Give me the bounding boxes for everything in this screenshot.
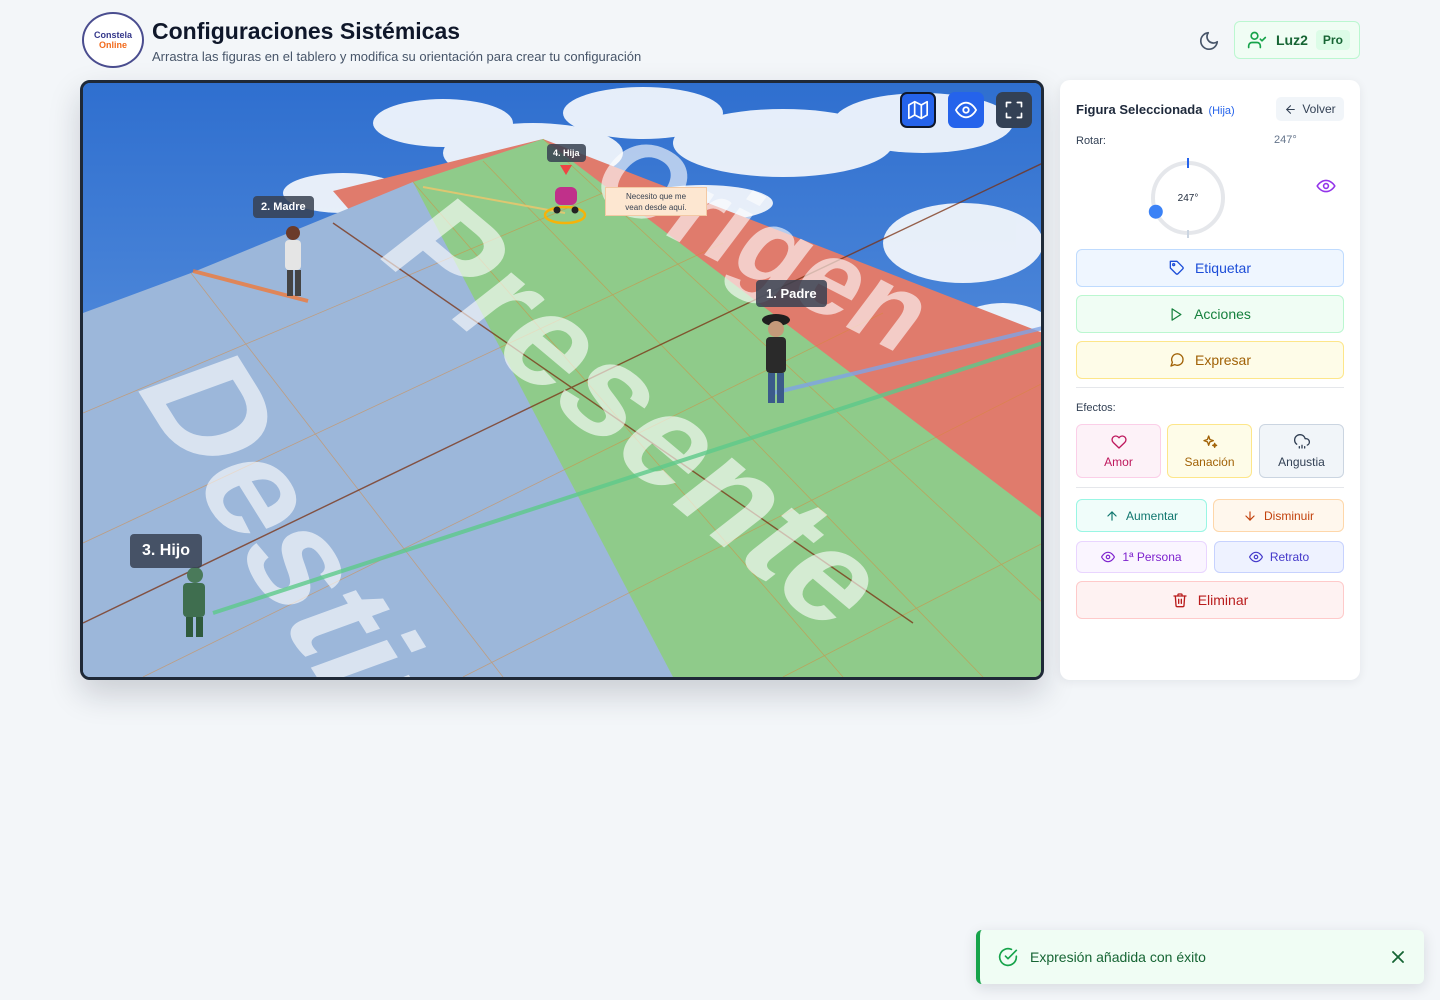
page-subtitle: Arrastra las figuras en el tablero y mod… (152, 49, 642, 64)
close-icon[interactable] (1388, 947, 1408, 967)
logo-text-bottom: Online (98, 40, 127, 50)
moon-icon[interactable] (1198, 30, 1220, 52)
tag-icon (1169, 260, 1184, 275)
page-header: Constela Online Configuraciones Sistémic… (82, 12, 1360, 70)
logo-text-top: Constela (93, 30, 132, 40)
play-icon (1171, 307, 1182, 321)
heart-icon (1110, 434, 1127, 449)
decrease-button[interactable]: Disminuir (1213, 499, 1344, 532)
app-logo[interactable]: Constela Online (82, 12, 144, 68)
speech-line-1: Necesito que me (625, 192, 687, 201)
toast-message: Expresión añadida con éxito (1030, 949, 1206, 965)
panel-title-text: Figura Seleccionada (1076, 102, 1203, 117)
sparkles-icon (1202, 434, 1217, 448)
figure-label-hija[interactable]: 4. Hija (547, 144, 586, 162)
effect-anguish-label: Angustia (1278, 454, 1325, 469)
panel-divider (1076, 387, 1344, 388)
figure-label-madre[interactable]: 2. Madre (253, 196, 314, 218)
map-view-button[interactable] (900, 92, 936, 128)
page-title: Configuraciones Sistémicas (152, 18, 461, 44)
speech-line-2: vean desde aquí. (625, 203, 687, 212)
rotation-handle[interactable] (1148, 204, 1163, 219)
portrait-button[interactable]: Retrato (1214, 541, 1344, 573)
user-check-icon (1247, 31, 1267, 49)
figure-label-hijo[interactable]: 3. Hijo (130, 534, 203, 568)
actions-button[interactable]: Acciones (1076, 295, 1344, 333)
actions-label: Acciones (1194, 306, 1251, 322)
increase-label: Aumentar (1125, 508, 1179, 523)
maximize-icon (1005, 101, 1023, 119)
back-button[interactable]: Volver (1276, 97, 1344, 121)
increase-button[interactable]: Aumentar (1076, 499, 1207, 532)
delete-label: Eliminar (1197, 592, 1249, 608)
plan-badge: Pro (1315, 30, 1350, 50)
tag-label: Etiquetar (1194, 260, 1252, 276)
cloud-rain-icon (1293, 433, 1310, 449)
check-circle-icon (998, 947, 1018, 967)
eye-icon[interactable] (1316, 178, 1336, 194)
figure-panel: Figura Seleccionada (Hija) Volver Rotar: … (1060, 80, 1360, 680)
rotate-label: Rotar: (1076, 135, 1106, 147)
eye-icon (1101, 551, 1116, 563)
first-person-button[interactable]: 1ª Persona (1076, 541, 1207, 573)
rotation-readout: 247° (1274, 134, 1297, 146)
eye-icon (955, 101, 977, 119)
dial-center-value: 247° (1177, 193, 1199, 204)
figure-madre[interactable] (285, 226, 301, 296)
speech-bubble: Necesito que me vean desde aquí. (605, 187, 707, 216)
arrow-down-icon (1245, 510, 1255, 521)
constellation-board[interactable]: Origen Presente Destino 4. Hija 2. Madre… (80, 80, 1044, 680)
effect-love-button[interactable]: Amor (1076, 424, 1161, 478)
arrow-up-icon (1107, 510, 1117, 521)
message-circle-icon (1170, 353, 1184, 367)
panel-divider (1076, 487, 1344, 488)
map-icon (908, 100, 928, 120)
tag-button[interactable]: Etiquetar (1076, 249, 1344, 287)
effect-love-label: Amor (1104, 454, 1133, 469)
eye-view-button[interactable] (948, 92, 984, 128)
back-label: Volver (1302, 102, 1336, 116)
user-menu-button[interactable]: Luz2 Pro (1234, 21, 1360, 59)
decrease-label: Disminuir (1263, 508, 1314, 523)
first-person-label: 1ª Persona (1122, 550, 1182, 564)
arrow-left-icon (1286, 104, 1296, 114)
figure-label-padre[interactable]: 1. Padre (756, 280, 827, 307)
board-canvas[interactable]: Origen Presente Destino (83, 83, 1041, 677)
trash-icon (1173, 593, 1187, 608)
effects-label: Efectos: (1076, 402, 1116, 414)
selected-figure-name: (Hija) (1208, 105, 1235, 117)
effect-healing-button[interactable]: Sanación (1167, 424, 1252, 478)
success-toast: Expresión añadida con éxito (976, 930, 1424, 984)
effect-healing-label: Sanación (1184, 454, 1235, 469)
express-button[interactable]: Expresar (1076, 341, 1344, 379)
fullscreen-button[interactable] (996, 92, 1032, 128)
effect-anguish-button[interactable]: Angustia (1259, 424, 1344, 478)
eye-icon (1248, 551, 1263, 563)
user-name: Luz2 (1276, 32, 1308, 48)
portrait-label: Retrato (1269, 550, 1310, 564)
delete-button[interactable]: Eliminar (1076, 581, 1344, 619)
panel-title: Figura Seleccionada (Hija) (1076, 102, 1235, 117)
express-label: Expresar (1194, 352, 1252, 368)
